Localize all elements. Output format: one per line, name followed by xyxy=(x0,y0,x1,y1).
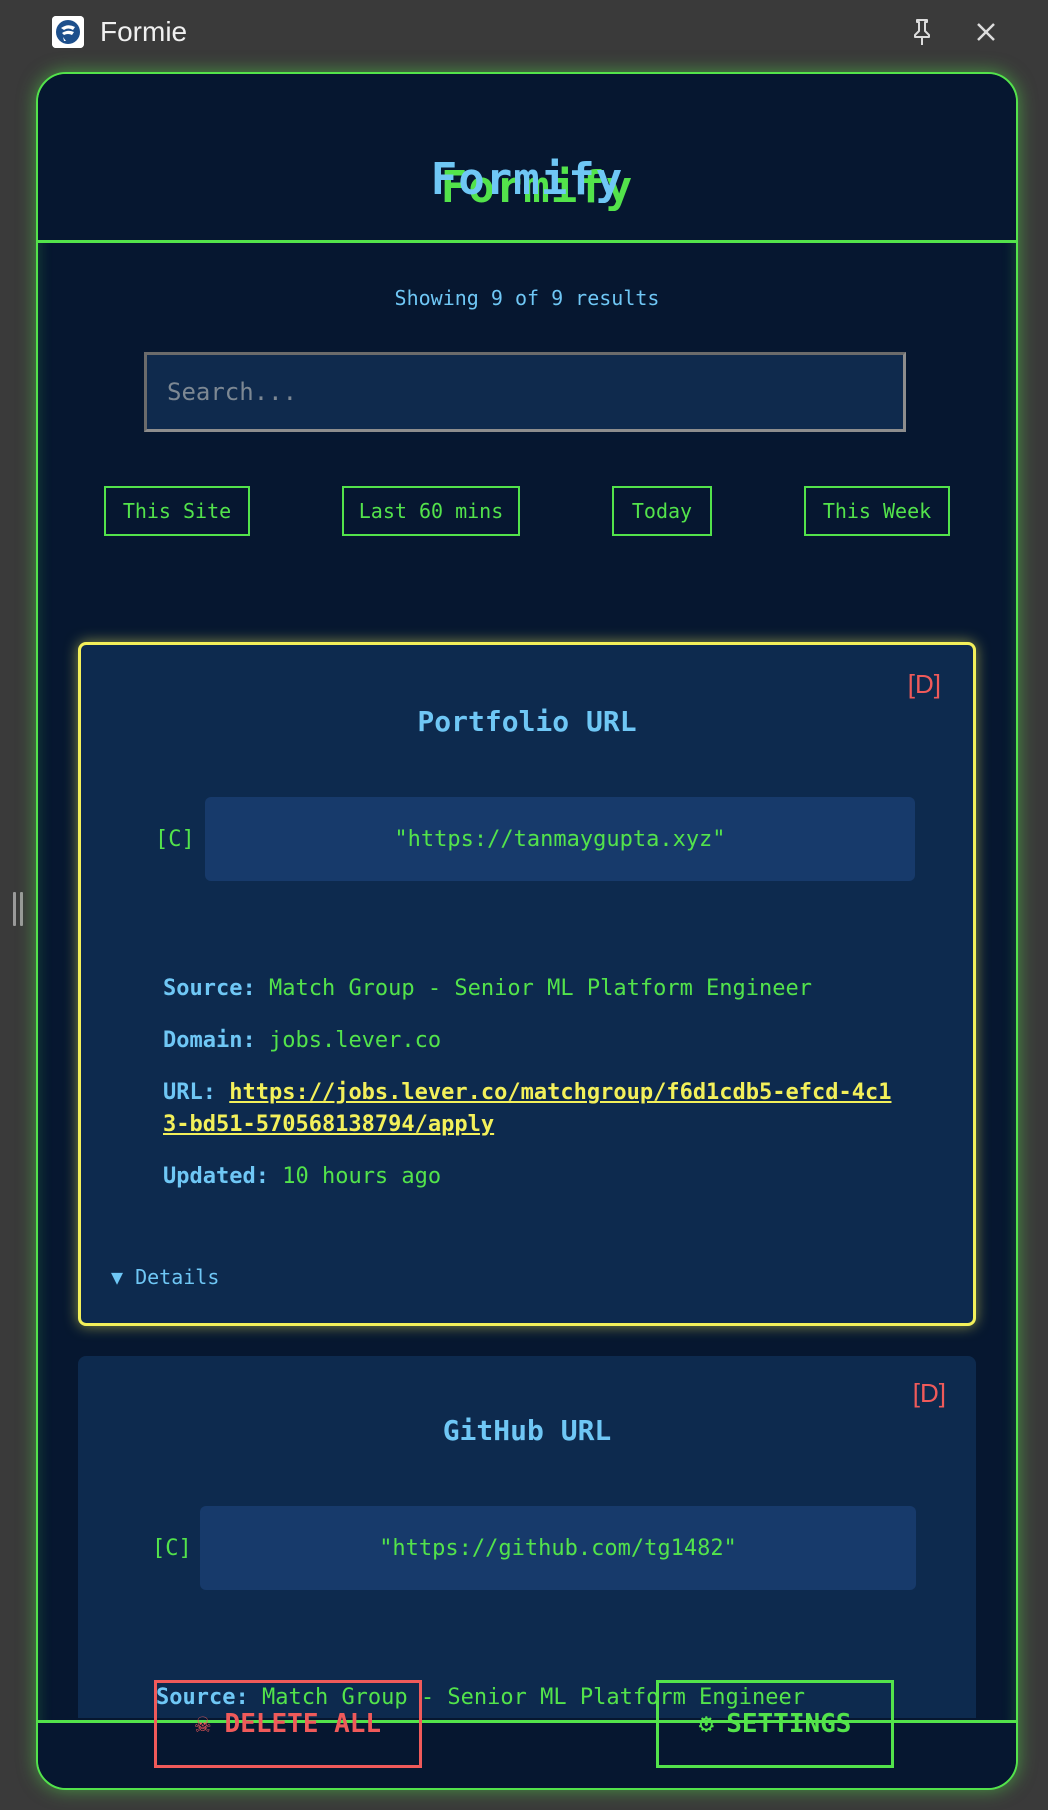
window-title: Formie xyxy=(100,16,188,47)
drag-handle-bar xyxy=(13,892,16,926)
drag-handle-bar xyxy=(20,892,23,926)
updated-label: Updated: xyxy=(163,1164,269,1189)
pin-button[interactable] xyxy=(904,14,940,50)
updated-value: 10 hours ago xyxy=(282,1164,442,1189)
source-value: Match Group - Senior ML Platform Enginee… xyxy=(268,976,813,1001)
field-value-text: "https://github.com/tg1482" xyxy=(379,1535,737,1561)
filter-last-60-mins[interactable]: Last 60 mins xyxy=(342,486,520,536)
domain-label: Domain: xyxy=(163,1028,256,1053)
list-item[interactable]: [D] GitHub URL [C] "https://github.com/t… xyxy=(78,1356,976,1718)
pin-icon xyxy=(914,19,930,45)
field-value: "https://tanmaygupta.xyz" xyxy=(205,797,915,881)
delete-all-label: DELETE ALL xyxy=(224,1709,382,1739)
copy-value-button[interactable]: [C] xyxy=(152,1536,192,1561)
close-button[interactable] xyxy=(968,14,1004,50)
settings-button[interactable]: ⚙ SETTINGS xyxy=(656,1680,894,1768)
delete-item-button[interactable]: [D] xyxy=(913,1378,946,1409)
filter-today[interactable]: Today xyxy=(612,486,712,536)
details-toggle[interactable]: ▼ Details xyxy=(111,1265,219,1289)
domain-row: Domain: jobs.lever.co xyxy=(163,1025,903,1057)
search-input[interactable] xyxy=(144,352,906,432)
skull-icon: ☠ xyxy=(194,1709,211,1739)
gear-icon: ⚙ xyxy=(698,1709,715,1739)
source-row: Source: Match Group - Senior ML Platform… xyxy=(163,973,903,1005)
delete-item-button[interactable]: [D] xyxy=(908,669,941,700)
source-url-link[interactable]: https://jobs.lever.co/matchgroup/f6d1cdb… xyxy=(163,1080,892,1137)
app-window: Formie Formify Formify Showing 9 of 9 re… xyxy=(0,0,1048,1810)
url-label: URL: xyxy=(163,1080,216,1105)
updated-row: Updated: 10 hours ago xyxy=(163,1161,903,1193)
field-value: "https://github.com/tg1482" xyxy=(200,1506,916,1590)
field-title: Portfolio URL xyxy=(417,705,637,738)
field-value-text: "https://tanmaygupta.xyz" xyxy=(394,826,726,852)
filter-this-site[interactable]: This Site xyxy=(104,486,250,536)
settings-label: SETTINGS xyxy=(726,1709,852,1739)
filter-this-week[interactable]: This Week xyxy=(804,486,950,536)
main-panel: Formify Formify Showing 9 of 9 results T… xyxy=(36,72,1018,1790)
results-count: Showing 9 of 9 results xyxy=(394,286,660,310)
list-item[interactable]: [D] Portfolio URL [C] "https://tanmaygup… xyxy=(78,642,976,1326)
delete-all-button[interactable]: ☠ DELETE ALL xyxy=(154,1680,422,1768)
field-title: GitHub URL xyxy=(442,1414,612,1447)
source-label: Source: xyxy=(163,976,256,1001)
drag-handle-icon[interactable] xyxy=(10,892,26,926)
results-list[interactable]: [D] Portfolio URL [C] "https://tanmaygup… xyxy=(38,554,1016,1718)
panel-header: Formify Formify xyxy=(38,74,1016,243)
app-logo: Formify xyxy=(430,154,624,205)
domain-value: jobs.lever.co xyxy=(268,1028,442,1053)
formie-logo-icon xyxy=(52,16,84,48)
url-row: URL: https://jobs.lever.co/matchgroup/f6… xyxy=(163,1077,903,1141)
title-bar: Formie xyxy=(0,0,1048,64)
copy-value-button[interactable]: [C] xyxy=(155,827,195,852)
close-icon xyxy=(977,23,995,41)
